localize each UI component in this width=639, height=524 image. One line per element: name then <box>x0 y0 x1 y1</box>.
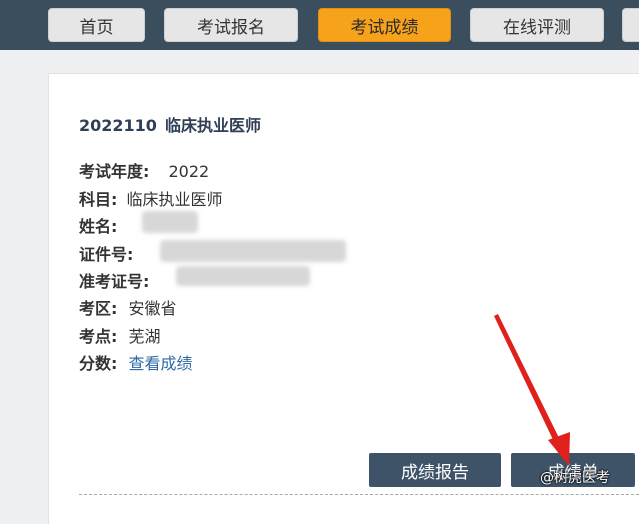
watermark: @树虎医考 <box>540 470 610 486</box>
red-arrow-annotation <box>494 314 570 466</box>
